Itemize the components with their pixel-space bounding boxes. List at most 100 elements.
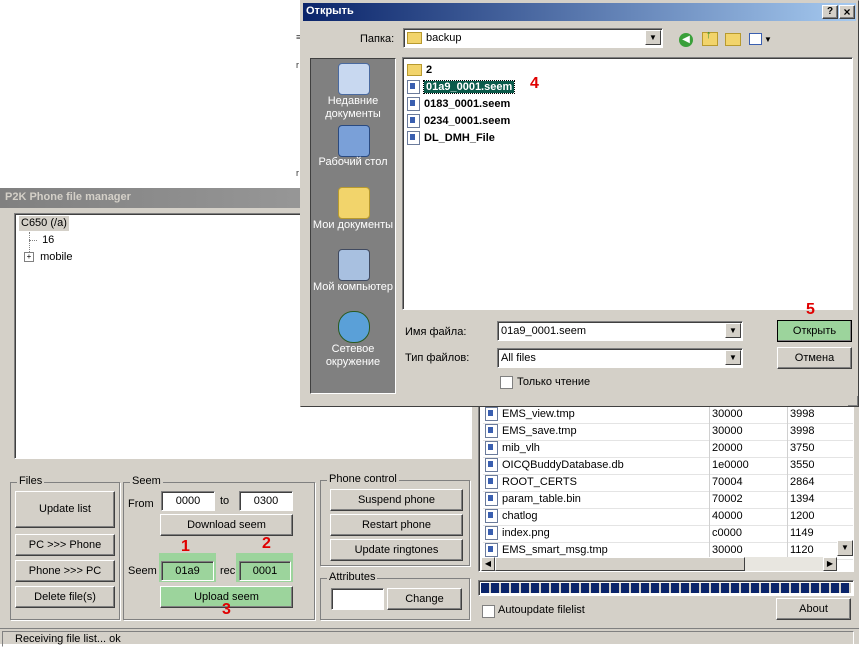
download-seem-button[interactable]: Download seem: [160, 514, 293, 536]
up-folder-icon[interactable]: ↑: [702, 29, 718, 46]
file-item[interactable]: 01a9_0001.seem: [407, 79, 516, 95]
scroll-right-button[interactable]: ▶: [823, 557, 837, 571]
file-size: 2864: [787, 474, 838, 491]
item-name: 0183_0001.seem: [424, 98, 511, 110]
file-id: 70002: [709, 491, 790, 508]
progress-bar: [478, 580, 854, 596]
chevron-down-icon[interactable]: ▼: [645, 30, 661, 45]
table-row[interactable]: EMS_save.tmp 30000 3998: [483, 423, 853, 441]
scroll-down-button[interactable]: ▼: [837, 540, 853, 556]
table-row[interactable]: index.png c0000 1149: [483, 525, 853, 543]
update-list-button[interactable]: Update list: [15, 491, 115, 528]
table-row[interactable]: mib_vlh 20000 3750: [483, 440, 853, 458]
pc-to-phone-button[interactable]: PC >>> Phone: [15, 534, 115, 556]
about-button[interactable]: About: [776, 598, 851, 620]
file-icon: [485, 509, 498, 524]
table-row[interactable]: chatlog 40000 1200: [483, 508, 853, 526]
status-bar: Receiving file list... ok: [0, 628, 859, 647]
tree-item-mobile[interactable]: + mobile: [24, 250, 72, 265]
annotation-5: 5: [806, 301, 815, 318]
annotation-3: 3: [222, 601, 231, 618]
new-folder-icon[interactable]: [725, 33, 741, 46]
file-icon: [485, 407, 498, 422]
annotation-2: 2: [262, 535, 271, 552]
help-button[interactable]: ?: [822, 5, 838, 19]
autoupdate-label: Autoupdate filelist: [498, 604, 585, 616]
from-input[interactable]: 0000: [161, 491, 215, 511]
place-my-computer[interactable]: Мой компьютер: [311, 281, 395, 294]
expand-icon[interactable]: +: [24, 252, 34, 263]
file-item[interactable]: 0183_0001.seem: [407, 96, 510, 112]
filename-input[interactable]: 01a9_0001.seem ▼: [497, 321, 743, 341]
hscrollbar[interactable]: ◀ ▶: [481, 557, 837, 571]
file-id: 30000: [709, 406, 790, 423]
change-button[interactable]: Change: [387, 588, 462, 610]
annotation-4: 4: [530, 75, 539, 92]
tree-root-item[interactable]: C650 (/a): [19, 216, 69, 231]
hscroll-thumb[interactable]: [495, 557, 745, 571]
attributes-input[interactable]: [331, 588, 384, 610]
file-icon: [485, 492, 498, 507]
table-row[interactable]: param_table.bin 70002 1394: [483, 491, 853, 509]
file-size: 3550: [787, 457, 838, 474]
file-icon: [407, 131, 420, 146]
back-icon[interactable]: ◀: [679, 33, 693, 47]
view-menu-icon[interactable]: ▼: [749, 33, 772, 46]
my-documents-icon[interactable]: [338, 187, 370, 219]
folder-select[interactable]: backup ▼: [403, 28, 663, 48]
readonly-checkbox[interactable]: [500, 376, 513, 389]
file-name: EMS_view.tmp: [502, 408, 575, 420]
network-icon[interactable]: [338, 311, 370, 343]
file-item[interactable]: DL_DMH_File: [407, 130, 495, 146]
update-ringtones-button[interactable]: Update ringtones: [330, 539, 463, 561]
file-size: 1149: [787, 525, 838, 542]
file-name: EMS_smart_msg.tmp: [502, 544, 608, 556]
table-row[interactable]: OICQBuddyDatabase.db 1e0000 3550: [483, 457, 853, 475]
table-row[interactable]: EMS_view.tmp 30000 3998: [483, 406, 853, 424]
folder-item[interactable]: 2: [407, 62, 432, 78]
dialog-title-bar: Открыть ? ×: [303, 3, 856, 21]
file-size: 1200: [787, 508, 838, 525]
table-row[interactable]: ROOT_CERTS 70004 2864: [483, 474, 853, 492]
file-name: index.png: [502, 527, 550, 539]
dialog-file-list[interactable]: 2 01a9_0001.seem 0183_0001.seem 0234_0001.s…: [402, 57, 853, 310]
file-size: 3750: [787, 440, 838, 457]
file-list[interactable]: EMS_view.tmp 30000 3998 EMS_save.tmp 30000 39…: [478, 393, 854, 572]
file-icon: [485, 526, 498, 541]
my-computer-icon[interactable]: [338, 249, 370, 281]
phone-to-pc-button[interactable]: Phone >>> PC: [15, 560, 115, 582]
folder-icon: [407, 32, 422, 45]
file-size: 1394: [787, 491, 838, 508]
place-my-documents[interactable]: Мои документы: [311, 219, 395, 232]
restart-phone-button[interactable]: Restart phone: [330, 514, 463, 536]
rec-input[interactable]: 0001: [239, 561, 291, 581]
suspend-phone-button[interactable]: Suspend phone: [330, 489, 463, 511]
file-id: 1e0000: [709, 457, 790, 474]
folder-label: Папка:: [360, 33, 395, 45]
item-name: 0234_0001.seem: [424, 115, 511, 127]
tree-item-16[interactable]: 16: [29, 233, 54, 248]
scroll-left-button[interactable]: ◀: [481, 557, 495, 571]
file-size: 3998: [787, 406, 838, 423]
main-title: P2K Phone file manager: [5, 191, 131, 203]
recent-documents-icon[interactable]: [338, 63, 370, 95]
open-button[interactable]: Открыть: [777, 320, 852, 342]
resize-grip-icon[interactable]: [848, 396, 858, 406]
item-name: DL_DMH_File: [424, 132, 495, 144]
folder-icon: [407, 64, 422, 77]
to-input[interactable]: 0300: [239, 491, 293, 511]
place-desktop[interactable]: Рабочий стол: [311, 156, 395, 169]
chevron-down-icon[interactable]: ▼: [725, 323, 741, 338]
autoupdate-checkbox[interactable]: [482, 605, 495, 618]
filetype-select[interactable]: All files ▼: [497, 348, 743, 368]
delete-files-button[interactable]: Delete file(s): [15, 586, 115, 608]
cancel-button[interactable]: Отмена: [777, 347, 852, 369]
place-network[interactable]: Сетевое окружение: [311, 343, 395, 369]
filetype-label: Тип файлов:: [405, 352, 470, 364]
chevron-down-icon[interactable]: ▼: [725, 350, 741, 365]
desktop-icon[interactable]: [338, 125, 370, 157]
seem-input[interactable]: 01a9: [161, 561, 214, 581]
close-icon[interactable]: ×: [839, 5, 855, 19]
file-item[interactable]: 0234_0001.seem: [407, 113, 510, 129]
place-recent[interactable]: Недавние документы: [311, 95, 395, 121]
